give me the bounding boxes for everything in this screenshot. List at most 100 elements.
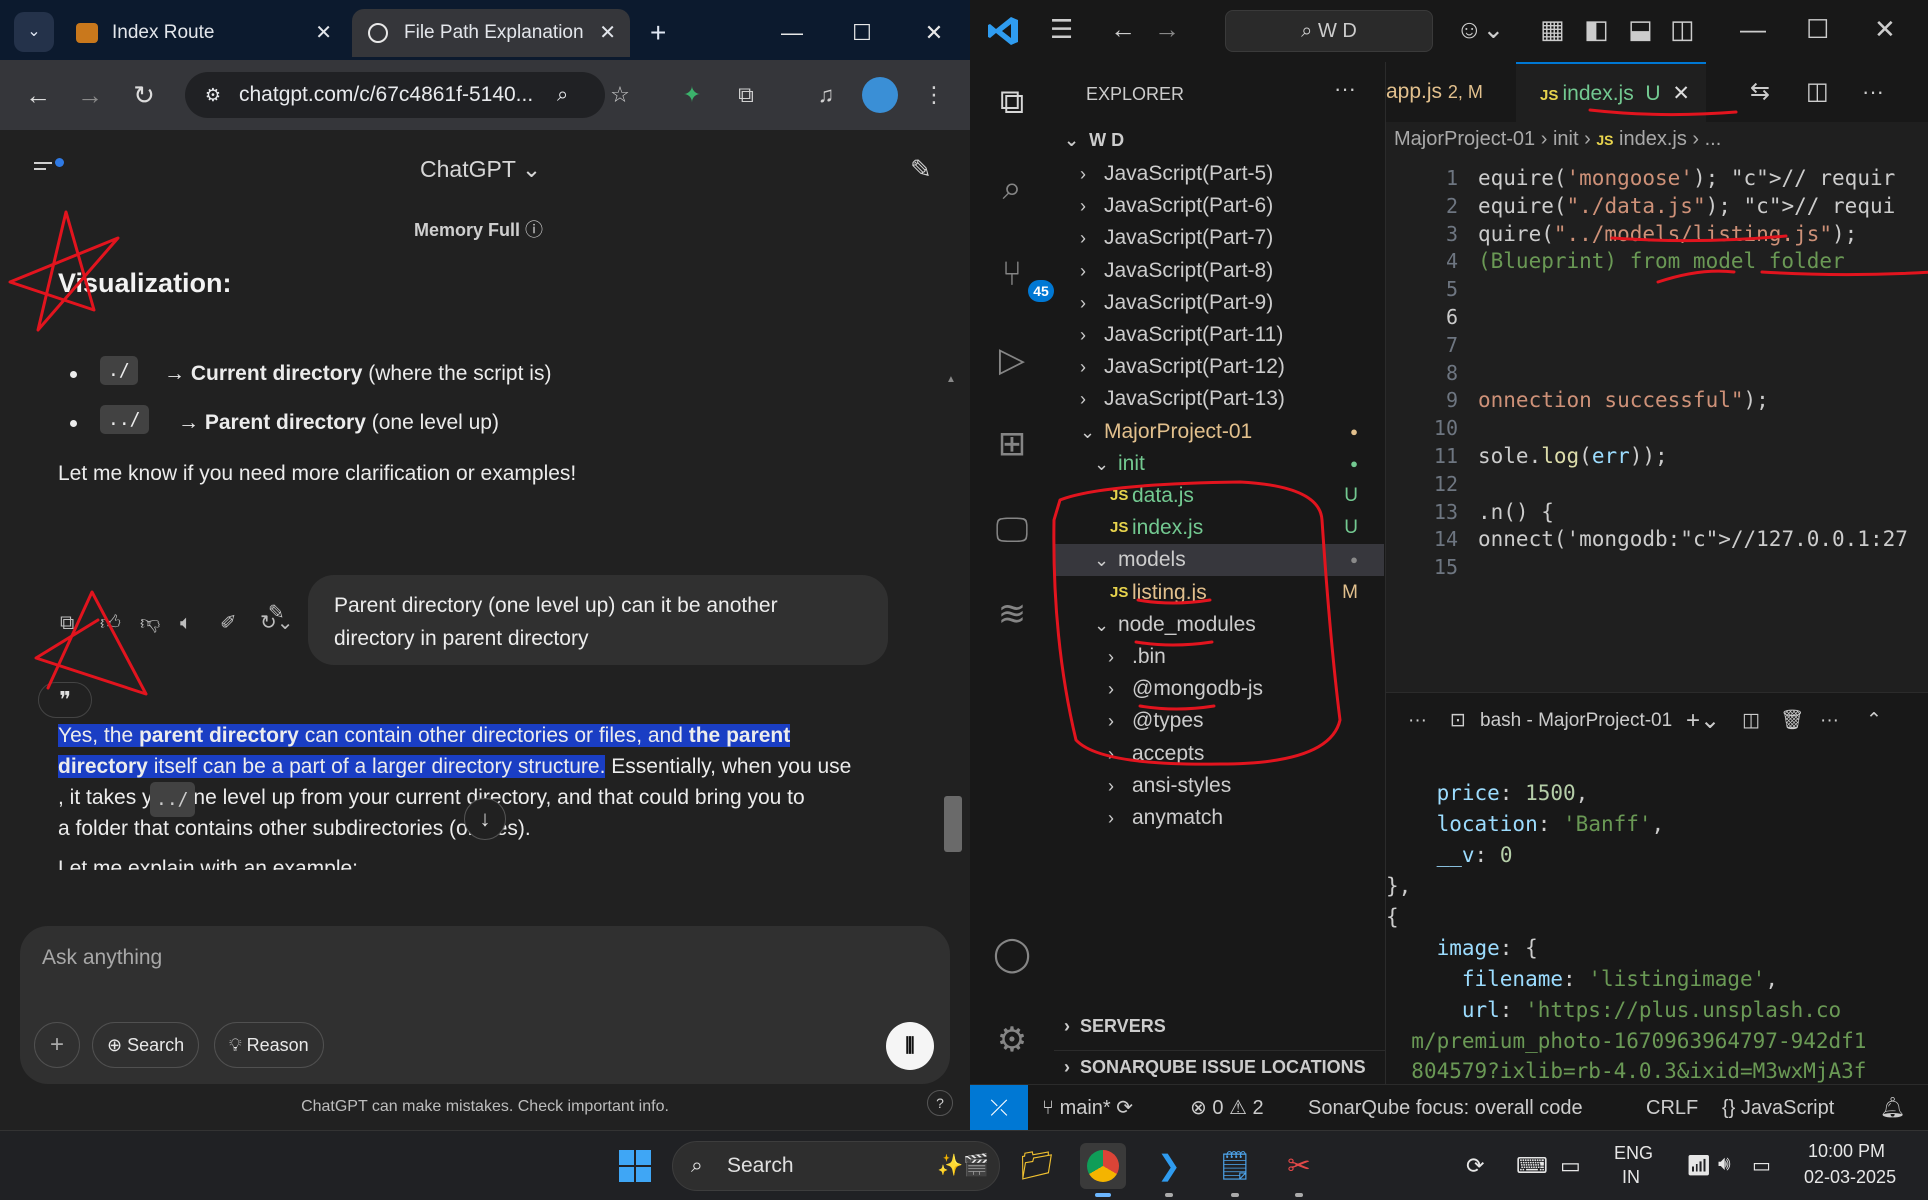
tree-item[interactable]: › JavaScript(Part-9) <box>1054 287 1384 319</box>
tab-search-button[interactable]: ⌄ <box>14 12 54 52</box>
language-indicator[interactable]: ENG <box>1614 1143 1653 1164</box>
sonarqube-section[interactable]: › SONARQUBE ISSUE LOCATIONS <box>1054 1050 1386 1082</box>
split-editor-icon[interactable]: ◫ <box>1806 62 1829 122</box>
scrollbar-thumb[interactable] <box>944 796 962 852</box>
taskbar-search[interactable]: ⌕ Search ✨🎬 <box>672 1141 1000 1191</box>
edit-canvas-icon[interactable]: ✐ <box>220 610 260 635</box>
forward-button[interactable]: → <box>70 75 110 115</box>
zoom-icon[interactable]: ⌕ <box>557 72 568 118</box>
tree-item[interactable]: › accepts <box>1054 738 1384 770</box>
back-button[interactable]: ← <box>18 75 58 115</box>
prompt-input[interactable]: Ask anything <box>42 946 162 970</box>
branch-status[interactable]: ⑂ main* ⟳ <box>1042 1085 1133 1131</box>
close-window-button[interactable]: ✕ <box>1874 14 1896 45</box>
tree-item[interactable]: › @types <box>1054 705 1384 737</box>
refresh-tray-icon[interactable]: ⟳ <box>1466 1153 1484 1179</box>
tree-item[interactable]: › JavaScript(Part-12) <box>1054 351 1384 383</box>
tree-item[interactable]: › JavaScript(Part-11) <box>1054 319 1384 351</box>
toggle-sidebar-icon[interactable]: ◧ <box>1584 14 1609 45</box>
menu-icon[interactable]: ☰ <box>1050 14 1073 45</box>
breadcrumb-item[interactable]: index.js <box>1619 128 1687 150</box>
scroll-down-button[interactable]: ↓ <box>464 798 506 840</box>
quote-icon[interactable]: ❞ <box>38 682 92 718</box>
tree-item[interactable]: JS data.js U <box>1054 480 1384 512</box>
tree-item[interactable]: › anymatch <box>1054 802 1384 834</box>
minimize-button[interactable]: — <box>1740 14 1766 45</box>
tree-item[interactable]: ⌄ MajorProject-01 ● <box>1054 416 1384 448</box>
close-tab-icon[interactable]: ✕ <box>315 9 332 57</box>
new-tab-button[interactable]: + <box>650 13 666 53</box>
layout-icon[interactable]: ▦ <box>1540 14 1565 45</box>
tree-item[interactable]: › ansi-styles <box>1054 770 1384 802</box>
extension-icon[interactable]: ✦ <box>674 77 710 113</box>
breadcrumb-item[interactable]: init <box>1553 128 1579 150</box>
tree-item[interactable]: › JavaScript(Part-6) <box>1054 190 1384 222</box>
kill-terminal-icon[interactable]: 🗑︎ <box>1780 693 1804 749</box>
editor-tab-app-js[interactable]: app.js 2, M <box>1386 62 1483 122</box>
tree-item[interactable]: › @mongodb-js <box>1054 673 1384 705</box>
sidebar-toggle-icon[interactable] <box>34 158 64 176</box>
close-tab-icon[interactable]: ✕ <box>599 9 616 57</box>
start-button[interactable] <box>612 1143 658 1189</box>
chrome-app-icon[interactable] <box>1080 1143 1126 1197</box>
vscode-app-icon[interactable]: ❯ <box>1146 1143 1192 1197</box>
bookmark-star-icon[interactable]: ☆ <box>602 77 638 113</box>
new-chat-icon[interactable]: ✎ <box>910 154 932 185</box>
maximize-panel-icon[interactable]: ⌃ <box>1866 693 1882 749</box>
thumbs-down-icon[interactable]: 👎︎ <box>140 611 180 635</box>
tree-item[interactable]: ⌄ models ● <box>1054 544 1384 577</box>
clock-date[interactable]: 02-03-2025 <box>1804 1167 1896 1188</box>
minimize-button[interactable]: — <box>770 11 814 55</box>
tree-item[interactable]: › JavaScript(Part-13) <box>1054 383 1384 415</box>
reason-button[interactable]: 💡︎ Reason <box>214 1022 324 1068</box>
sonarqube-icon[interactable]: ≋ <box>990 592 1034 636</box>
file-explorer-icon[interactable]: 📁︎ <box>1014 1143 1060 1189</box>
more-actions-icon[interactable]: ··· <box>1862 62 1884 122</box>
toggle-secondary-sidebar-icon[interactable]: ◫ <box>1670 14 1695 45</box>
tab-file-path-explanation[interactable]: File Path Explanation ✕ <box>352 9 630 57</box>
accounts-icon[interactable]: ◯ <box>990 932 1034 976</box>
problems-status[interactable]: ⊗ 0 ⚠ 2 <box>1190 1085 1264 1131</box>
language-status[interactable]: {} JavaScript <box>1722 1085 1834 1131</box>
new-terminal-icon[interactable]: +⌄ <box>1686 693 1720 749</box>
terminal-title[interactable]: bash - MajorProject-01 <box>1480 693 1672 749</box>
sonarqube-status[interactable]: SonarQube focus: overall code <box>1308 1085 1583 1131</box>
remote-indicator-icon[interactable]: ⤫ <box>970 1085 1028 1131</box>
scroll-up-arrow-icon[interactable]: ▲ <box>946 374 956 385</box>
voice-mode-button[interactable]: ⦀ <box>886 1022 934 1070</box>
copy-icon[interactable]: ⧉ <box>60 612 100 635</box>
explorer-icon[interactable]: ⧉ <box>990 80 1034 124</box>
workspace-root[interactable]: ⌄ W D <box>1064 130 1124 151</box>
battery-icon[interactable]: ▭ <box>1752 1153 1771 1178</box>
panel-more-icon[interactable]: ··· <box>1408 693 1427 749</box>
snipping-tool-icon[interactable]: ✂ <box>1276 1143 1322 1197</box>
scrollbar[interactable]: ▲ <box>942 216 962 886</box>
composer[interactable]: Ask anything + ⊕ Search 💡︎ Reason ⦀ <box>20 926 950 1084</box>
open-changes-icon[interactable]: ⇆ <box>1750 62 1770 122</box>
notepad-app-icon[interactable]: 🗒︎ <box>1212 1143 1258 1197</box>
profile-avatar[interactable] <box>862 77 898 113</box>
notifications-bell-icon[interactable]: 🔔︎ <box>1880 1085 1905 1131</box>
settings-gear-icon[interactable]: ⚙ <box>990 1018 1034 1062</box>
breadcrumb-item[interactable]: ... <box>1705 128 1722 150</box>
tree-item[interactable]: › JavaScript(Part-5) <box>1054 158 1384 190</box>
source-control-icon[interactable]: ⑂ 45 <box>990 252 1054 302</box>
search-button[interactable]: ⊕ Search <box>92 1022 200 1068</box>
editor-tab-index-js[interactable]: JS index.js U ✕ <box>1516 62 1706 122</box>
tree-item[interactable]: ⌄ init ● <box>1054 448 1384 480</box>
tab-index-route[interactable]: Index Route ✕ <box>60 9 346 57</box>
model-selector[interactable]: ChatGPT ⌄ <box>420 156 541 183</box>
split-terminal-icon[interactable]: ◫ <box>1742 693 1760 749</box>
maximize-button[interactable]: ☐ <box>840 11 884 55</box>
clock-time[interactable]: 10:00 PM <box>1808 1141 1885 1162</box>
search-icon[interactable]: ⌕ <box>990 166 1034 210</box>
back-arrow-icon[interactable]: ← <box>1110 14 1136 45</box>
tree-item[interactable]: › JavaScript(Part-8) <box>1054 255 1384 287</box>
run-debug-icon[interactable]: ▷ <box>990 338 1034 382</box>
tree-item[interactable]: JS index.js U <box>1054 512 1384 544</box>
media-control-icon[interactable]: ♫ <box>808 77 844 113</box>
site-info-icon[interactable]: ⚙ <box>199 72 227 118</box>
help-button[interactable]: ? <box>927 1090 953 1116</box>
remote-explorer-icon[interactable]: 🖵︎ <box>990 508 1034 552</box>
edit-message-icon[interactable]: ✎ <box>268 600 285 625</box>
